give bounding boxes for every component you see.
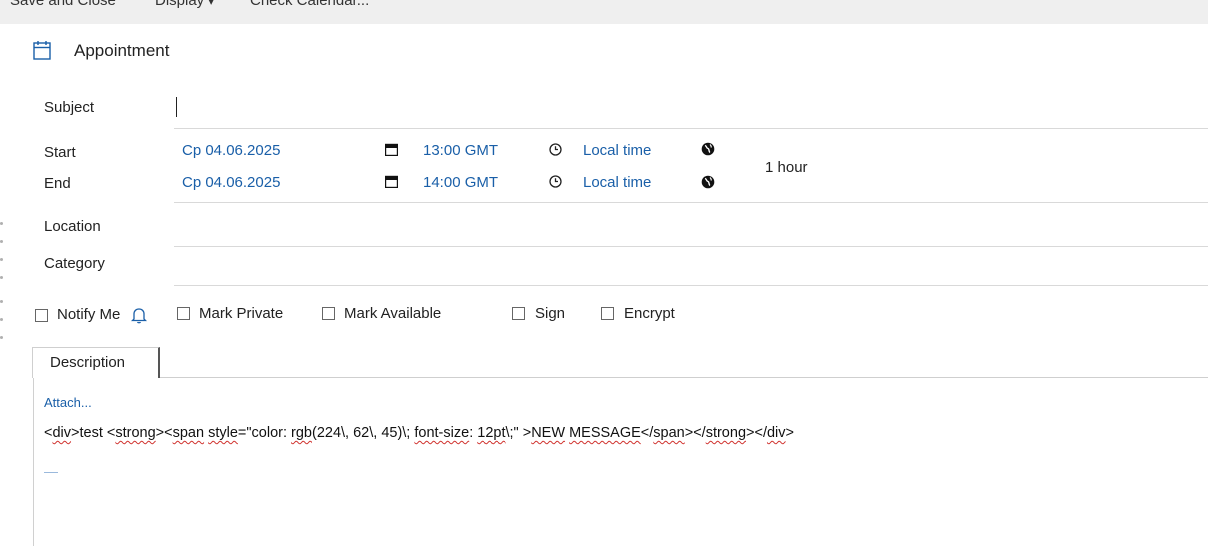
start-label: Start — [44, 144, 76, 161]
start-timezone-field[interactable]: Local time — [583, 141, 651, 161]
edge-marker — [0, 240, 3, 243]
body-text-misspelled: MESSAGE — [569, 425, 641, 441]
body-text-segment: </ — [640, 425, 654, 441]
edge-marker — [0, 336, 3, 339]
subject-input[interactable] — [174, 92, 1208, 124]
separator — [174, 202, 1208, 203]
body-text-misspelled: div — [52, 425, 72, 441]
category-label: Category — [44, 255, 105, 272]
page-title: Appointment — [74, 41, 170, 60]
body-text-misspelled: span — [653, 425, 685, 441]
body-text-segment: > — [785, 425, 794, 441]
body-text-misspelled: rgb — [291, 425, 312, 441]
end-clock-icon[interactable] — [549, 175, 562, 193]
location-input[interactable] — [174, 210, 1208, 242]
subject-label: Subject — [44, 99, 95, 116]
body-text-misspelled: div — [766, 425, 786, 441]
body-text-segment: \;" > — [505, 425, 532, 441]
description-editor[interactable] — [33, 378, 1208, 546]
body-text-segment: ="color: — [237, 425, 292, 441]
notify-me-checkbox[interactable] — [35, 309, 48, 322]
end-date-picker-icon[interactable] — [384, 175, 399, 193]
edge-marker — [0, 300, 3, 303]
display-menu-button[interactable]: Display ▾ — [155, 0, 214, 12]
bell-icon — [130, 306, 148, 329]
start-time-field[interactable]: 13:00 GMT — [423, 141, 498, 161]
separator — [174, 246, 1208, 247]
end-label: End — [44, 175, 71, 192]
encrypt-checkbox[interactable] — [601, 307, 614, 320]
toolbar: Save and Close Display ▾ Check Calendar.… — [0, 0, 1208, 24]
end-globe-icon[interactable] — [701, 175, 715, 194]
category-input[interactable] — [174, 250, 1208, 282]
mark-available-checkbox[interactable] — [322, 307, 335, 320]
tab-description-label: Description — [50, 354, 126, 371]
body-text-misspelled: span — [172, 425, 205, 441]
start-date-field[interactable]: Cp 04.06.2025 — [182, 141, 280, 161]
end-timezone-field[interactable]: Local time — [583, 173, 651, 193]
end-date-field[interactable]: Cp 04.06.2025 — [182, 173, 280, 193]
display-menu-label: Display — [155, 0, 205, 9]
notify-me-label: Notify Me — [57, 306, 121, 323]
body-text-misspelled: 12pt — [477, 425, 506, 441]
mark-available-label: Mark Available — [344, 305, 442, 322]
paragraph-marker — [44, 472, 58, 473]
body-text-segment: >test < — [71, 425, 116, 441]
start-date-picker-icon[interactable] — [384, 143, 399, 161]
separator — [174, 128, 1208, 129]
encrypt-label: Encrypt — [624, 305, 675, 322]
mark-private-checkbox[interactable] — [177, 307, 190, 320]
location-label: Location — [44, 218, 101, 235]
start-clock-icon[interactable] — [549, 143, 562, 161]
duration-text: 1 hour — [765, 159, 808, 176]
start-globe-icon[interactable] — [701, 142, 715, 161]
separator — [174, 285, 1208, 286]
save-and-close-button[interactable]: Save and Close — [10, 0, 116, 11]
body-text-segment: ></ — [684, 425, 706, 441]
edge-marker — [0, 258, 3, 261]
description-body-text[interactable]: <div>test <strong><span style="color: rg… — [44, 423, 794, 443]
body-text-segment: (224\, 62\, 45)\; — [312, 425, 415, 441]
sign-label: Sign — [535, 305, 566, 322]
body-text-misspelled: strong — [115, 425, 156, 441]
body-text-misspelled: font-size — [414, 425, 470, 441]
body-text-segment: ></ — [746, 425, 767, 441]
edge-marker — [0, 276, 3, 279]
body-text-misspelled: NEW — [531, 425, 566, 441]
text-caret — [176, 97, 177, 117]
chevron-down-icon: ▾ — [208, 0, 214, 8]
body-text-misspelled: style — [208, 425, 238, 441]
calendar-icon — [33, 40, 51, 65]
attach-link[interactable]: Attach... — [44, 395, 92, 411]
mark-private-label: Mark Private — [199, 305, 284, 322]
check-calendar-button[interactable]: Check Calendar... — [250, 0, 369, 11]
body-text-misspelled: strong — [705, 425, 747, 441]
edge-marker — [0, 318, 3, 321]
sign-checkbox[interactable] — [512, 307, 525, 320]
body-text-segment: >< — [155, 425, 173, 441]
end-time-field[interactable]: 14:00 GMT — [423, 173, 498, 193]
edge-marker — [0, 222, 3, 225]
